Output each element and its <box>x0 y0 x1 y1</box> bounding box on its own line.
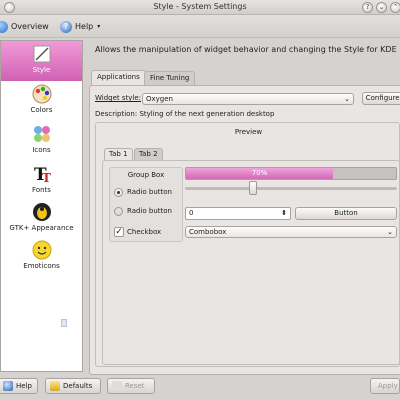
widget-style-combo[interactable]: Oxygen ⌄ <box>142 93 354 105</box>
sidebar-item-label: Style <box>32 66 51 74</box>
spin-arrows-icon[interactable]: ⬍ <box>281 208 287 219</box>
sidebar-item-label: Colors <box>30 106 53 114</box>
emoticons-icon <box>32 240 51 260</box>
radio-button-1-label: Radio button <box>127 188 172 196</box>
preview-title: Preview <box>234 128 263 136</box>
module-description: Allows the manipulation of widget behavi… <box>95 45 397 54</box>
defaults-icon <box>50 381 60 391</box>
toolbar: Overview ? Help ▾ <box>0 15 400 38</box>
minimize-icon[interactable]: ⌄ <box>376 2 387 13</box>
radio-button-2-label: Radio button <box>127 207 172 215</box>
spin-box[interactable]: 0 ⬍ <box>185 207 291 220</box>
defaults-button[interactable]: Defaults <box>45 378 101 394</box>
radio-button-1[interactable] <box>114 188 123 197</box>
sidebar-item-style[interactable]: Style <box>1 41 82 81</box>
colors-icon <box>32 84 51 104</box>
overview-button[interactable]: Overview <box>0 19 49 34</box>
help-icon: ? <box>60 20 72 33</box>
spin-box-value: 0 <box>189 209 194 217</box>
help-question-icon[interactable]: ? <box>362 2 373 13</box>
gtk-icon <box>32 203 51 221</box>
preview-tab-2[interactable]: Tab 2 <box>134 148 163 160</box>
preview-tab-1[interactable]: Tab 1 <box>104 148 133 160</box>
preview-frame: Preview Tab 1 Tab 2 Group Box Radio butt… <box>95 122 400 367</box>
title-bar: Style - System Settings ? ⌄ ⌃ <box>0 0 400 15</box>
widget-style-value: Oxygen <box>146 95 173 103</box>
apply-button[interactable]: Apply <box>370 378 400 394</box>
sidebar-item-emoticons[interactable]: Emoticons <box>1 237 82 277</box>
fonts-icon: T T <box>34 165 51 185</box>
icons-icon <box>33 126 50 142</box>
progress-label: 70% <box>251 169 268 177</box>
slider-handle[interactable] <box>249 181 257 195</box>
group-box-title: Group Box <box>127 171 165 179</box>
sidebar-item-label: Emoticons <box>23 262 60 270</box>
sidebar-item-colors[interactable]: Colors <box>1 81 82 121</box>
tab-applications[interactable]: Applications <box>91 70 146 85</box>
overview-label: Overview <box>11 22 49 31</box>
help-button[interactable]: ? Help ▾ <box>60 19 100 34</box>
category-sidebar: Style Colors Icons T T Fonts GTK+ Appear… <box>0 40 83 372</box>
help-bottom-button[interactable]: Help <box>0 378 38 394</box>
sidebar-item-label: GTK+ Appearance <box>9 224 74 232</box>
group-box: Group Box Radio button Radio button ✓ Ch… <box>109 167 183 242</box>
apply-label: Apply <box>378 382 398 390</box>
tab-fine-tuning[interactable]: Fine Tuning <box>144 71 196 85</box>
checkbox[interactable]: ✓ <box>114 227 124 237</box>
preview-button[interactable]: Button <box>295 207 397 220</box>
preview-combobox-value: Combobox <box>189 228 227 236</box>
chevron-down-icon: ⌄ <box>387 228 393 236</box>
radio-button-2[interactable] <box>114 207 123 216</box>
preview-tab-panel: Group Box Radio button Radio button ✓ Ch… <box>102 160 400 365</box>
style-icon <box>33 45 50 63</box>
checkbox-label: Checkbox <box>127 228 162 236</box>
preview-combobox[interactable]: Combobox ⌄ <box>185 226 397 238</box>
reset-button[interactable]: Reset <box>107 378 155 394</box>
sidebar-item-label: Icons <box>32 146 51 154</box>
resize-handle-icon[interactable] <box>61 319 67 327</box>
window-title: Style - System Settings <box>153 2 247 11</box>
maximize-icon[interactable]: ⌃ <box>390 2 400 13</box>
progress-bar: 70% <box>185 167 397 180</box>
sidebar-item-icons[interactable]: Icons <box>1 121 82 161</box>
slider-track[interactable] <box>185 187 397 190</box>
reset-icon <box>112 381 122 391</box>
configure-button[interactable]: Configure... <box>362 92 400 105</box>
sidebar-item-fonts[interactable]: T T Fonts <box>1 161 82 201</box>
help-icon <box>3 381 13 391</box>
chevron-down-icon: ▾ <box>97 23 101 30</box>
svg-text:T: T <box>42 171 51 185</box>
help-label: Help <box>75 22 94 31</box>
chevron-down-icon: ⌄ <box>344 95 350 103</box>
reset-label: Reset <box>125 382 145 390</box>
style-description: Description: Styling of the next generat… <box>95 110 275 118</box>
sidebar-item-gtk[interactable]: GTK+ Appearance <box>1 199 82 239</box>
defaults-label: Defaults <box>63 382 93 390</box>
overview-icon <box>0 20 8 33</box>
help-bottom-label: Help <box>16 382 32 390</box>
widget-style-label: Widget style: <box>95 94 142 102</box>
sidebar-item-label: Fonts <box>32 186 51 194</box>
